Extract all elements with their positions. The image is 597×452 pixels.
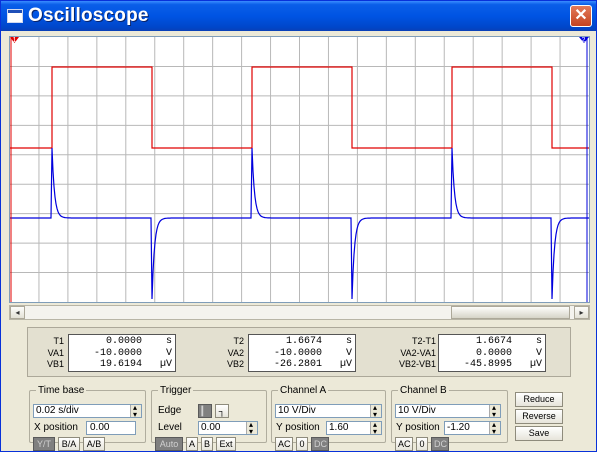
vb2-label: VB2 <box>226 359 244 369</box>
va2-va1-unit: V <box>535 347 542 359</box>
channel-b-group: Channel B 10 V/Div Y position -1.20 AC 0… <box>391 385 508 451</box>
vb1-unit: µV <box>159 359 172 370</box>
va2-label: VA2 <box>227 347 244 358</box>
trigger-ext-button[interactable]: Ext <box>216 437 236 451</box>
t1-value: 0.0000 <box>105 336 142 347</box>
vb1-label: VB1 <box>46 359 64 369</box>
measurement-panel: T1 VA1 VB1 0.0000 s -10.0000 V 19.6194 µV T… <box>27 327 571 377</box>
rising-edge-icon[interactable]: ▎ <box>198 404 212 418</box>
level-spin-icon[interactable] <box>246 419 257 438</box>
vb2-value: -26.2801 <box>273 359 322 370</box>
va2-unit: V <box>345 347 352 359</box>
cursor-1-label: 1 <box>13 37 17 44</box>
edge-label: Edge <box>158 405 182 416</box>
t2-unit: s <box>345 336 352 347</box>
trigger-legend: Trigger <box>160 385 192 396</box>
control-panel: Time base 0.02 s/div X position 0.00 Y/T… <box>27 382 571 451</box>
t2-t1-label: T2-T1 <box>411 336 436 346</box>
channel-a-scale-field[interactable]: 10 V/Div <box>275 402 382 421</box>
va1-value: -10.0000 <box>93 347 142 359</box>
channel-b-ypos-label: Y position <box>396 422 440 433</box>
channel-a-ypos-input[interactable]: 1.60 <box>326 419 382 438</box>
timebase-legend: Time base <box>38 385 85 396</box>
mode-ba-button[interactable]: B/A <box>58 437 80 451</box>
channel-a-legend: Channel A <box>280 385 327 396</box>
diff-readout: T2-T1 VA2-VA1 VB2-VB1 1.6674 s 0.0000 V -4… <box>394 334 564 372</box>
grid <box>10 37 589 302</box>
t2-t1-value: 1.6674 <box>475 336 512 347</box>
scroll-right-icon[interactable]: ▸ <box>574 306 589 319</box>
vb2-vb1-value: -45.8995 <box>463 359 512 370</box>
vb2-unit: µV <box>339 359 352 370</box>
channel-b-scale-spin-icon[interactable] <box>489 402 500 421</box>
va1-label: VA1 <box>47 347 64 358</box>
diff-values-box: 1.6674 s 0.0000 V -45.8995 µV <box>438 334 546 372</box>
va2-va1-label: VA2-VA1 <box>400 347 436 358</box>
scope-display: 1 2 <box>10 37 589 302</box>
mode-yt-button[interactable]: Y/T <box>33 437 55 451</box>
falling-edge-icon[interactable]: ┐ <box>215 404 229 418</box>
trigger-b-button[interactable]: B <box>201 437 213 451</box>
t2-label: T2 <box>233 336 244 346</box>
channel-b-ypos-input[interactable]: -1.20 <box>444 419 501 438</box>
channel-b-zero-button[interactable]: 0 <box>416 437 428 451</box>
level-label: Level <box>158 422 182 433</box>
reduce-button[interactable]: Reduce <box>515 392 563 407</box>
vb1-value: 19.6194 <box>99 359 142 370</box>
timebase-group: Time base 0.02 s/div X position 0.00 Y/T… <box>29 385 146 451</box>
channel-a-scale-spin-icon[interactable] <box>370 402 381 421</box>
channel-b-legend: Channel B <box>400 385 447 396</box>
channel-a-ypos-label: Y position <box>276 422 320 433</box>
timebase-spin-icon[interactable] <box>130 402 141 421</box>
channel-b-scale-field[interactable]: 10 V/Div <box>395 402 501 421</box>
close-button[interactable]: ✕ <box>570 5 592 27</box>
title-bar[interactable]: Oscilloscope ✕ <box>1 1 596 31</box>
scroll-left-icon[interactable]: ◂ <box>10 306 25 319</box>
scope-screen: 1 2 <box>9 36 590 303</box>
x-position-input[interactable]: 0.00 <box>86 421 136 435</box>
channel-a-ac-button[interactable]: AC <box>275 437 293 451</box>
vb2-vb1-label: VB2-VB1 <box>398 359 436 369</box>
va2-va1-value: 0.0000 <box>475 347 512 359</box>
t1-readout: T1 VA1 VB1 0.0000 s -10.0000 V 19.6194 µV <box>24 334 184 372</box>
t1-unit: s <box>165 336 172 347</box>
scroll-thumb[interactable] <box>451 306 570 319</box>
channel-a-group: Channel A 10 V/Div Y position 1.60 AC 0 … <box>271 385 386 451</box>
mode-ab-button[interactable]: A/B <box>83 437 105 451</box>
channel-a-dc-button[interactable]: DC <box>311 437 329 451</box>
t1-label: T1 <box>53 336 64 346</box>
trigger-auto-button[interactable]: Auto <box>155 437 183 451</box>
window-icon <box>7 9 23 23</box>
vb2-vb1-unit: µV <box>529 359 542 370</box>
trigger-group: Trigger Edge ▎ ┐ Level 0.00 Auto A B Ext <box>151 385 267 451</box>
channel-b-ac-button[interactable]: AC <box>395 437 413 451</box>
va1-unit: V <box>165 347 172 359</box>
save-button[interactable]: Save <box>515 426 563 441</box>
t2-value: 1.6674 <box>285 336 322 347</box>
reverse-button[interactable]: Reverse <box>515 409 563 424</box>
x-position-label: X position <box>34 422 78 433</box>
channel-a-zero-button[interactable]: 0 <box>296 437 308 451</box>
timebase-scale-field[interactable]: 0.02 s/div <box>33 402 142 421</box>
t2-readout: T2 VA2 VB2 1.6674 s -10.0000 V -26.2801 µV <box>204 334 364 372</box>
t2-t1-unit: s <box>535 336 542 347</box>
window-title: Oscilloscope <box>28 5 149 26</box>
va2-value: -10.0000 <box>273 347 322 359</box>
cursor-2-label: 2 <box>582 37 586 44</box>
trigger-a-button[interactable]: A <box>186 437 198 451</box>
horizontal-scrollbar[interactable]: ◂ ▸ <box>9 305 590 320</box>
oscilloscope-window: Oscilloscope ✕ 1 2 ◂ ▸ T1 VA1 VB1 0.0000… <box>0 0 597 452</box>
channel-b-dc-button[interactable]: DC <box>431 437 449 451</box>
channel-a-ypos-spin-icon[interactable] <box>370 419 381 438</box>
level-input[interactable]: 0.00 <box>198 419 258 438</box>
t2-values-box: 1.6674 s -10.0000 V -26.2801 µV <box>248 334 356 372</box>
channel-b-ypos-spin-icon[interactable] <box>489 419 500 438</box>
t1-values-box: 0.0000 s -10.0000 V 19.6194 µV <box>68 334 176 372</box>
